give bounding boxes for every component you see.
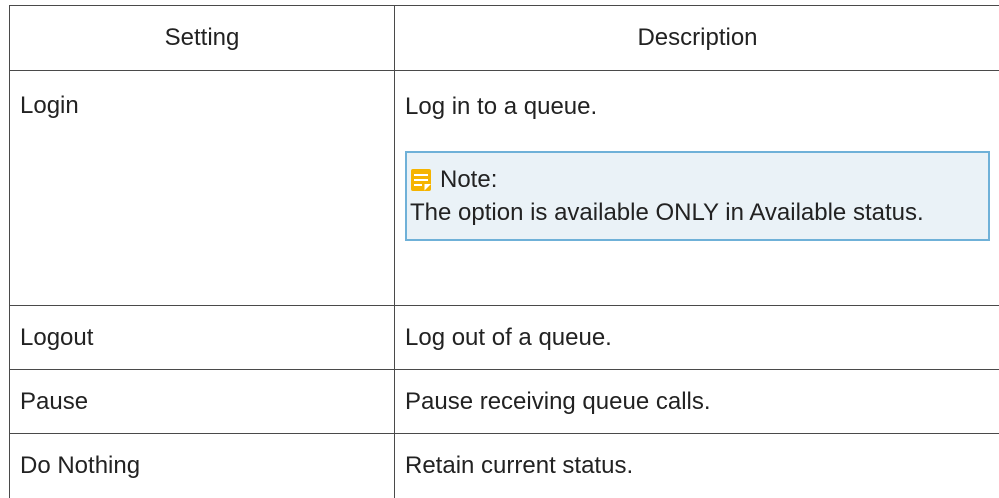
table-header-row: Setting Description: [10, 6, 999, 71]
description-cell: Retain current status.: [395, 434, 999, 498]
setting-cell: Login: [10, 71, 395, 306]
table-row: Login Log in to a queue. Note:: [10, 71, 999, 306]
description-cell: Log in to a queue. Note: The op: [395, 71, 999, 306]
note-label: Note:: [440, 163, 497, 196]
description-cell: Pause receiving queue calls.: [395, 370, 999, 434]
table-row: Pause Pause receiving queue calls.: [10, 370, 999, 434]
note-icon: [410, 168, 432, 192]
setting-cell: Logout: [10, 306, 395, 370]
description-cell: Log out of a queue.: [395, 306, 999, 370]
setting-cell: Pause: [10, 370, 395, 434]
description-text: Log in to a queue.: [405, 92, 999, 121]
settings-table: Setting Description Login Log in to a qu…: [9, 5, 999, 498]
table-row: Logout Log out of a queue.: [10, 306, 999, 370]
header-description: Description: [395, 6, 999, 71]
note-box: Note: The option is available ONLY in Av…: [405, 151, 990, 241]
setting-cell: Do Nothing: [10, 434, 395, 498]
table-row: Do Nothing Retain current status.: [10, 434, 999, 498]
note-header: Note:: [410, 163, 982, 196]
note-text: The option is available ONLY in Availabl…: [410, 196, 982, 229]
header-setting: Setting: [10, 6, 395, 71]
